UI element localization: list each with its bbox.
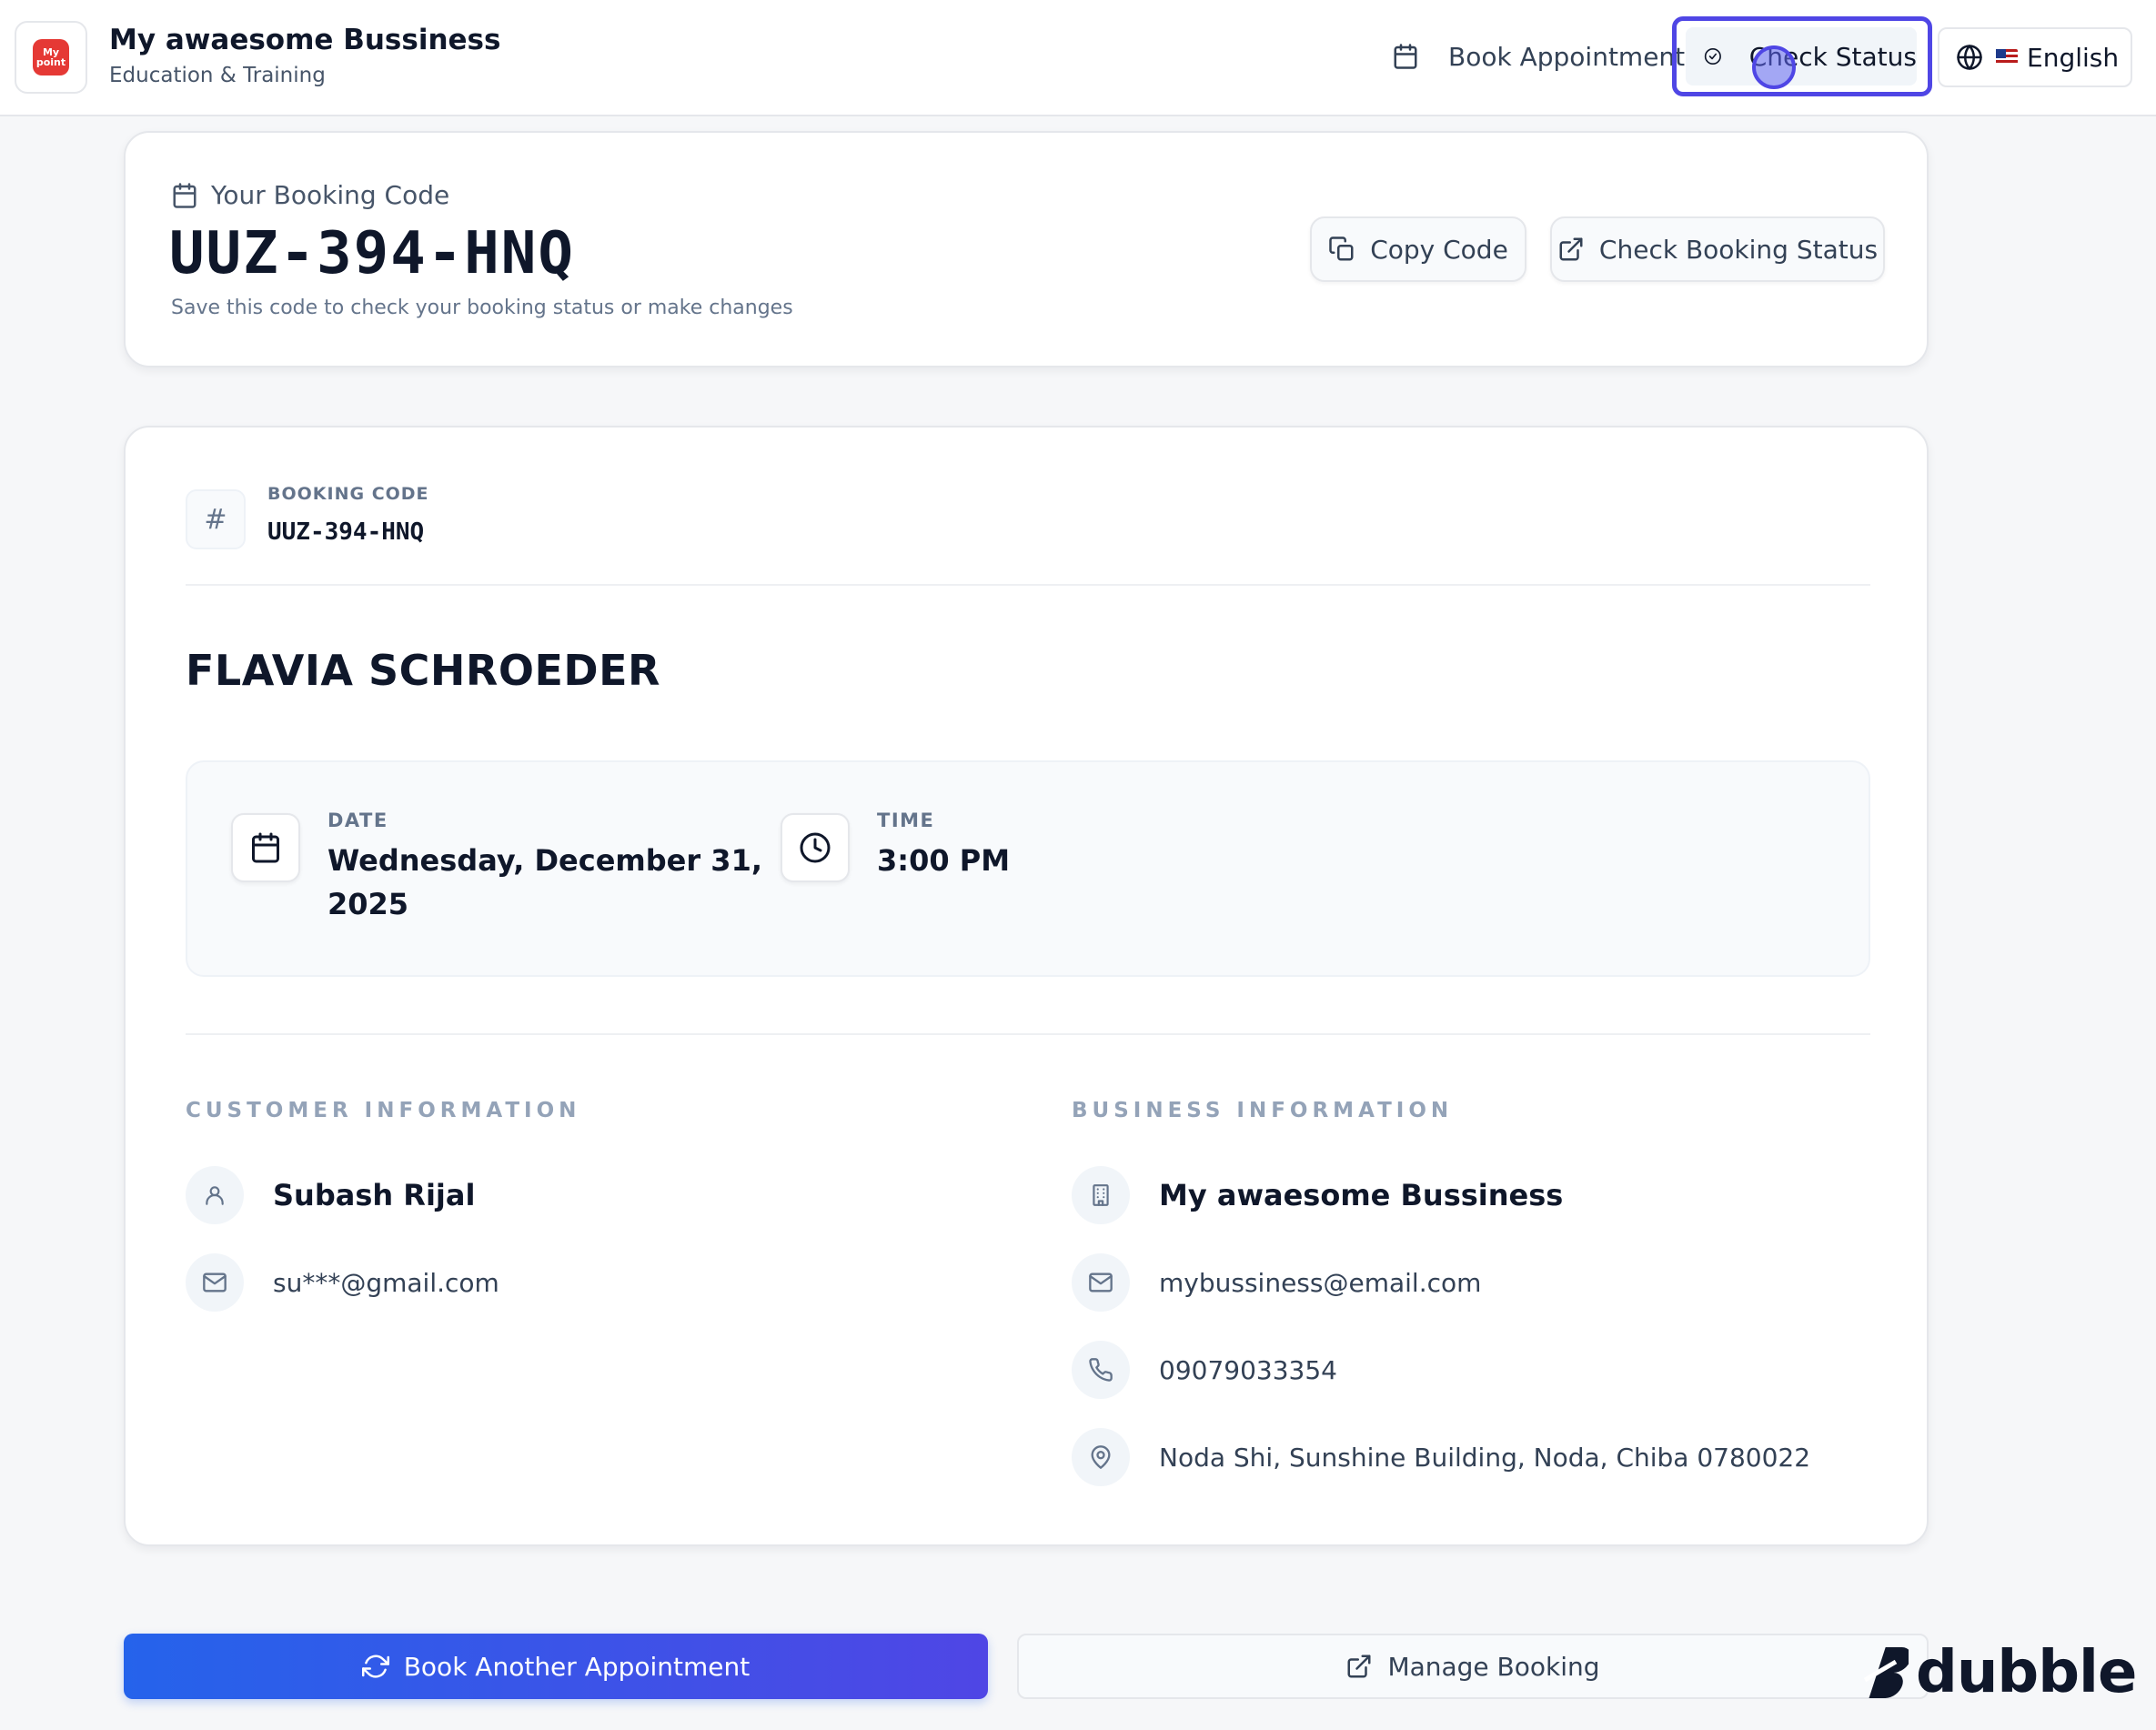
copy-code-button[interactable]: Copy Code — [1310, 216, 1526, 282]
hash-icon: # — [186, 489, 246, 549]
business-name-row: My awaesome Bussiness — [1072, 1166, 1563, 1224]
date-line2: 2025 — [327, 887, 409, 921]
customer-name: Subash Rijal — [273, 1178, 476, 1212]
booking-code-label: Your Booking Code — [211, 180, 450, 210]
nav-check-status-inner[interactable]: Check Status — [1686, 27, 1917, 85]
calendar-icon — [231, 813, 300, 882]
app-header: My point My awaesome Bussiness Education… — [0, 0, 2156, 116]
check-booking-status-label: Check Booking Status — [1598, 234, 1879, 265]
calendar-icon — [1394, 44, 1417, 69]
logo-text-bottom: point — [35, 56, 66, 68]
business-email: mybussiness@email.com — [1159, 1267, 1482, 1298]
calendar-icon — [173, 182, 196, 208]
customer-info-title: CUSTOMER INFORMATION — [186, 1099, 581, 1122]
language-label: English — [2027, 42, 2120, 73]
customer-email: su***@gmail.com — [273, 1267, 499, 1298]
check-booking-status-button[interactable]: Check Booking Status — [1550, 216, 1885, 282]
nav-book-appointment[interactable]: Book Appointment — [1392, 20, 1685, 93]
business-address-row: Noda Shi, Sunshine Building, Noda, Chiba… — [1072, 1428, 1810, 1486]
booking-code-small-value: UUZ-394-HNQ — [267, 518, 425, 546]
booking-code-heading: Your Booking Code — [171, 180, 449, 210]
building-icon — [1072, 1166, 1130, 1224]
business-address: Noda Shi, Sunshine Building, Noda, Chiba… — [1159, 1442, 1811, 1473]
clock-icon — [781, 813, 850, 882]
copy-icon — [1329, 236, 1354, 261]
time-value: 3:00 PM — [877, 843, 1011, 878]
dubble-logo-icon — [1863, 1647, 1909, 1698]
phone-icon — [1072, 1341, 1130, 1399]
booking-code-card: Your Booking Code UUZ-394-HNQ Save this … — [124, 131, 1929, 367]
logo-mark: My point — [33, 39, 69, 75]
us-flag-icon — [1996, 49, 2018, 65]
check-circle-icon — [1704, 47, 1721, 65]
date-line1: Wednesday, December 31, — [327, 843, 762, 878]
divider — [186, 1033, 1870, 1035]
external-link-icon — [1559, 237, 1583, 261]
time-label: TIME — [877, 810, 935, 831]
header-business-name: My awaesome Bussiness — [109, 24, 501, 56]
nav-book-label: Book Appointment — [1448, 41, 1686, 72]
manage-booking-button[interactable]: Manage Booking — [1017, 1634, 1929, 1699]
business-phone-row: 09079033354 — [1072, 1341, 1337, 1399]
service-name: FLAVIA SCHROEDER — [186, 646, 660, 695]
booking-code-small-label: BOOKING CODE — [267, 484, 429, 504]
manage-booking-label: Manage Booking — [1387, 1651, 1600, 1682]
copy-code-label: Copy Code — [1370, 234, 1508, 265]
globe-icon — [1957, 45, 1982, 70]
cursor-indicator — [1752, 45, 1796, 89]
date-label: DATE — [327, 810, 388, 831]
date-value: Wednesday, December 31, 2025 — [327, 839, 762, 926]
date-time-panel: DATE Wednesday, December 31, 2025 TIME 3… — [186, 760, 1870, 977]
business-info-title: BUSINESS INFORMATION — [1072, 1099, 1454, 1122]
business-email-row: mybussiness@email.com — [1072, 1253, 1481, 1312]
booking-code-value: UUZ-394-HNQ — [169, 220, 575, 287]
booking-details-card: # BOOKING CODE UUZ-394-HNQ FLAVIA SCHROE… — [124, 426, 1929, 1546]
book-another-label: Book Another Appointment — [403, 1651, 751, 1682]
business-name: My awaesome Bussiness — [1159, 1178, 1564, 1212]
business-phone: 09079033354 — [1159, 1354, 1337, 1385]
divider — [186, 584, 1870, 586]
dubble-wordmark: dubble — [1916, 1639, 2137, 1706]
refresh-icon — [361, 1655, 389, 1678]
mail-icon — [186, 1253, 244, 1312]
external-link-icon — [1347, 1655, 1371, 1678]
business-logo[interactable]: My point — [15, 21, 87, 94]
booking-code-hint: Save this code to check your booking sta… — [171, 297, 793, 319]
map-pin-icon — [1072, 1428, 1130, 1486]
book-another-appointment-button[interactable]: Book Another Appointment — [124, 1634, 988, 1699]
dubble-watermark: dubble — [1856, 1639, 2137, 1706]
nav-check-status[interactable]: Check Status — [1672, 16, 1932, 96]
customer-name-row: Subash Rijal — [186, 1166, 475, 1224]
language-selector[interactable]: English — [1938, 27, 2132, 87]
customer-email-row: su***@gmail.com — [186, 1253, 499, 1312]
header-business-category: Education & Training — [109, 64, 326, 87]
user-icon — [186, 1166, 244, 1224]
mail-icon — [1072, 1253, 1130, 1312]
